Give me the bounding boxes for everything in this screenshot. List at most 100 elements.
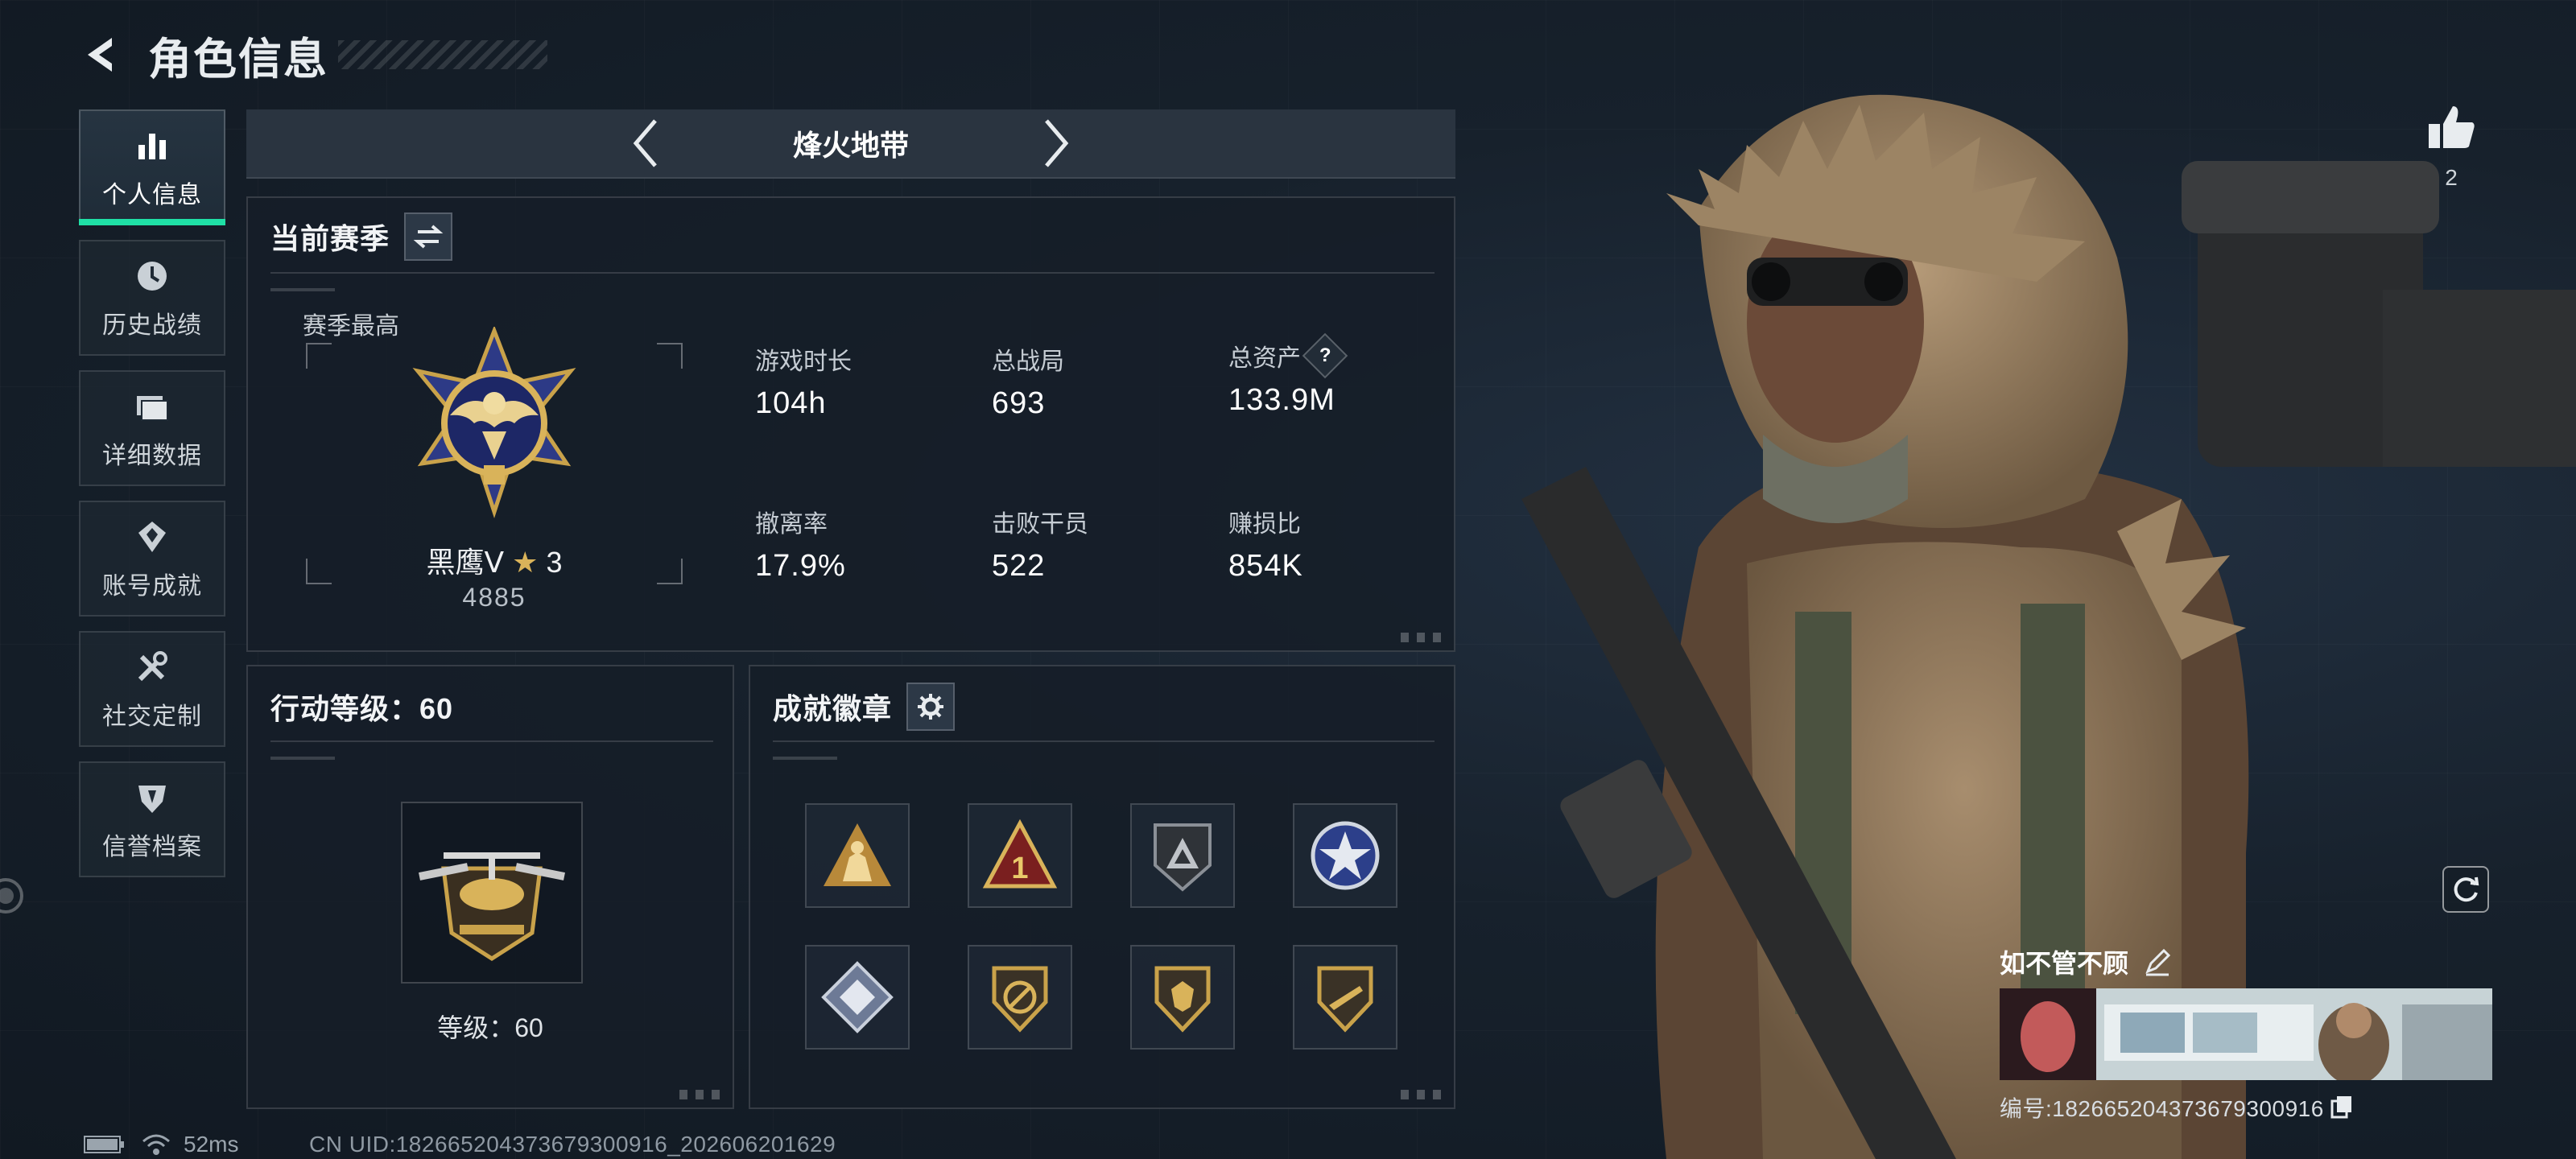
side-nav: 个人信息 历史战绩 详细数据 账号成就 社交定制 信誉档案 [79,109,227,892]
back-arrow-icon[interactable] [77,31,126,79]
shield-badge-icon [992,966,1048,1033]
nav-item-history[interactable]: 历史战绩 [79,240,225,356]
triangle-shield-badge-icon [1154,823,1212,892]
player-id: 编号:1826652043736793009​16 [2000,1096,2324,1121]
next-mode-icon[interactable] [1032,115,1080,171]
card-id-row: 编号:1826652043736793009​16 [2000,1091,2492,1124]
panel-corner-decoration [679,1090,724,1099]
stat-extract-rate: 撤离率 17.9% [755,504,846,584]
divider-decoration [270,288,335,291]
status-bar: 52ms [84,1130,238,1159]
badge-slot[interactable] [1130,945,1235,1050]
copy-icon[interactable] [2329,1095,2355,1120]
badges-title: 成就徽章 [773,692,893,725]
divider-decoration [270,757,335,760]
badge-slot[interactable] [1293,945,1397,1050]
frame-corner [306,343,332,369]
svg-text:1: 1 [1011,852,1028,885]
card-name-row: 如不管不顾 [2000,942,2492,982]
helicopter-badge-icon [419,852,565,961]
divider [270,740,713,742]
stat-kills: 击败干员 522 [992,504,1088,584]
weapon-shield-badge-icon [1317,966,1373,1033]
first-place-badge-icon: 1 [982,819,1058,889]
star-icon: ★ [512,546,539,579]
side-handle-icon[interactable] [0,876,26,916]
like-area: 2 [2423,103,2479,191]
player-banner[interactable] [2000,988,2492,1080]
help-icon[interactable]: ? [1302,332,1348,379]
rank-score: 4885 [462,583,526,612]
badge-slot[interactable] [1293,803,1397,908]
action-level-header: 行动等级：60 [270,681,453,732]
mode-selector: 烽火地带 [246,109,1455,179]
folder-icon [131,386,173,427]
stat-total-assets: 总资产 ? 133.9M [1228,332,1348,418]
stat-label: 总战局 [992,349,1064,375]
current-season-panel: 当前赛季 赛季最高 黑鹰Ⅴ ★ 3 4885 游戏时长 104h 总战局 693 [246,196,1455,652]
edit-icon[interactable] [2141,946,2174,978]
stat-value: 17.9% [755,549,846,583]
nav-label: 历史战绩 [102,312,202,339]
swap-icon [413,225,444,249]
stat-value: 133.9M [1228,383,1335,417]
like-count: 2 [2445,165,2458,190]
badge-slot[interactable]: 1 [968,803,1072,908]
stat-play-time: 游戏时长 104h [755,341,852,421]
nav-item-reputation[interactable]: 信誉档案 [79,761,225,877]
rank-name-row: 黑鹰Ⅴ ★ 3 [306,539,683,581]
season-best-label: 赛季最高 [303,313,399,340]
stat-label: 总资产 [1228,345,1301,372]
wifi-icon [142,1134,170,1155]
nav-item-achievements[interactable]: 账号成就 [79,501,225,617]
action-level-title: 行动等级：60 [270,692,454,725]
badge-slot[interactable] [805,803,910,908]
achievement-badges-panel: 成就徽章 1 [749,665,1455,1109]
season-title: 当前赛季 [270,222,390,255]
badge-settings-button[interactable] [906,683,956,731]
stat-value: 104h [755,386,827,420]
panel-corner-decoration [1401,633,1446,642]
divider [270,272,1435,274]
switch-season-button[interactable] [404,212,453,261]
nav-label: 账号成就 [102,573,202,600]
stat-label: 击败干员 [992,511,1088,538]
rotate-view-button[interactable] [2442,866,2489,913]
banner-image [2000,988,2492,1080]
stat-value: 522 [992,549,1046,583]
rank-stars: 3 [546,546,563,579]
divider-decoration [773,757,837,760]
nav-label: 社交定制 [102,703,202,730]
rank-emblem-icon [412,327,576,519]
nav-item-social-custom[interactable]: 社交定制 [79,631,225,747]
stat-total-matches: 总战局 693 [992,341,1064,421]
soldiers-badge-icon [824,823,891,886]
badge-slot[interactable] [805,945,910,1050]
shield-icon [131,777,173,819]
page-title: 角色信息 [148,35,328,84]
clock-icon [131,255,173,297]
nav-item-personal-info[interactable]: 个人信息 [79,109,225,225]
frame-corner [657,343,683,369]
achievement-icon [131,516,173,558]
refresh-icon [2454,876,2479,902]
badge-slot[interactable] [1130,803,1235,908]
lion-shield-badge-icon [1154,966,1211,1033]
badge-grid: 1 [805,803,1397,1050]
panel-corner-decoration [1401,1090,1446,1099]
tools-icon [131,646,173,688]
title-decoration [338,40,547,69]
mode-title: 烽火地带 [792,129,909,162]
thumbs-up-icon[interactable] [2425,103,2477,151]
prev-mode-icon[interactable] [621,115,670,171]
nav-label: 信誉档案 [102,834,202,860]
ping-text: 52ms [184,1132,239,1157]
level-text: 等级：60 [437,1013,543,1042]
nav-item-detail-data[interactable]: 详细数据 [79,370,225,486]
diamond-badge-icon [821,961,894,1033]
star-seal-badge-icon [1311,821,1380,890]
rank-name: 黑鹰Ⅴ [426,546,505,579]
stat-label-row: 总资产 ? [1228,332,1348,379]
level-badge[interactable] [401,802,583,984]
badge-slot[interactable] [968,945,1072,1050]
